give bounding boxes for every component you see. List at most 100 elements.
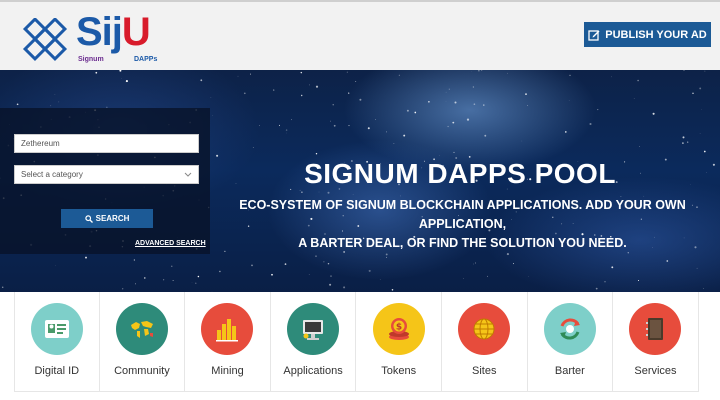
star — [210, 97, 212, 98]
star — [333, 124, 336, 127]
search-panel: Zethereum Select a category SEARCH ADVAN… — [0, 108, 210, 254]
book-icon — [646, 318, 664, 340]
publish-ad-label: PUBLISH YOUR AD — [605, 28, 707, 41]
star — [696, 267, 698, 269]
star — [652, 112, 655, 115]
star — [687, 141, 689, 143]
category-icon-circle — [115, 303, 168, 355]
star — [637, 279, 640, 282]
star — [682, 142, 684, 144]
site-header: SijU Signum DAPPs PUBLISH YOUR AD — [0, 0, 720, 70]
star — [237, 75, 239, 77]
star — [466, 118, 470, 121]
star — [284, 263, 287, 265]
category-tokens[interactable]: $ Tokens — [356, 292, 442, 392]
coin-icon: $ — [388, 318, 409, 340]
star — [243, 92, 246, 95]
star — [251, 264, 253, 267]
star — [448, 88, 450, 90]
star — [385, 256, 387, 258]
star — [172, 280, 174, 282]
star — [639, 146, 641, 147]
svg-text:$: $ — [396, 323, 402, 333]
star — [315, 153, 318, 155]
category-select[interactable]: Select a category — [14, 165, 199, 184]
star — [346, 71, 348, 73]
category-services[interactable]: Services — [613, 292, 699, 392]
star — [330, 275, 332, 277]
star — [327, 262, 330, 265]
star — [391, 289, 394, 291]
star — [171, 265, 173, 267]
star — [367, 127, 370, 130]
category-sites[interactable]: Sites — [441, 292, 528, 392]
exchange-icon — [559, 318, 580, 340]
star — [483, 104, 485, 106]
category-barter[interactable]: Barter — [527, 292, 614, 392]
star — [271, 273, 273, 276]
logo-subtitle-signum: Signum — [78, 56, 104, 63]
category-community[interactable]: Community — [99, 292, 186, 392]
star — [447, 125, 449, 128]
star — [704, 70, 706, 72]
search-button-label: SEARCH — [95, 214, 130, 223]
star — [703, 287, 704, 289]
star — [219, 270, 221, 273]
star — [568, 99, 570, 101]
hero-subtitle-line-1: ECO-SYSTEM OF SIGNUM BLOCKCHAIN APPLICAT… — [239, 198, 686, 231]
star — [329, 283, 332, 286]
hero-subtitle: ECO-SYSTEM OF SIGNUM BLOCKCHAIN APPLICAT… — [210, 196, 715, 253]
category-icon-circle — [30, 303, 83, 355]
star — [637, 79, 639, 82]
search-button[interactable]: SEARCH — [61, 209, 153, 228]
site-logo[interactable]: SijU Signum DAPPs — [22, 10, 172, 64]
category-applications[interactable]: Applications — [270, 292, 357, 392]
advanced-search-link[interactable]: ADVANCED SEARCH — [135, 240, 206, 247]
category-label: Digital ID — [34, 365, 80, 377]
star — [398, 74, 400, 76]
star — [682, 136, 685, 139]
star — [300, 71, 303, 74]
chevron-down-icon — [184, 172, 192, 177]
star — [343, 286, 346, 289]
star — [355, 81, 357, 83]
logo-wordmark: SijU — [76, 10, 151, 54]
star — [683, 70, 685, 71]
star — [359, 98, 362, 101]
category-label: Tokens — [381, 365, 417, 377]
star — [463, 278, 464, 279]
world-map-icon — [130, 321, 153, 338]
category-label: Barter — [554, 365, 585, 377]
star — [565, 131, 567, 133]
star — [403, 134, 406, 137]
star — [309, 84, 310, 86]
category-icon-circle — [201, 303, 254, 355]
category-icon-circle: $ — [372, 303, 425, 355]
star — [473, 263, 474, 265]
star — [308, 274, 310, 275]
star — [299, 189, 301, 191]
star — [428, 100, 430, 103]
publish-ad-button[interactable]: PUBLISH YOUR AD — [584, 22, 711, 47]
star — [506, 253, 509, 256]
category-mining[interactable]: Mining — [185, 292, 271, 392]
category-digital-id[interactable]: Digital ID — [14, 292, 100, 392]
star — [258, 125, 260, 127]
star — [379, 279, 381, 280]
star — [597, 109, 599, 111]
star — [473, 103, 476, 106]
star — [406, 109, 409, 112]
keyword-input[interactable]: Zethereum — [14, 134, 199, 153]
star — [50, 105, 52, 107]
star — [290, 119, 293, 121]
category-icon-circle — [287, 303, 340, 355]
star — [216, 154, 219, 157]
category-label: Mining — [211, 365, 244, 377]
star — [633, 98, 635, 99]
star — [95, 71, 98, 74]
search-icon — [84, 214, 93, 223]
star — [163, 279, 165, 281]
category-icon-circle — [458, 303, 511, 355]
star — [589, 122, 592, 126]
star — [385, 253, 388, 256]
